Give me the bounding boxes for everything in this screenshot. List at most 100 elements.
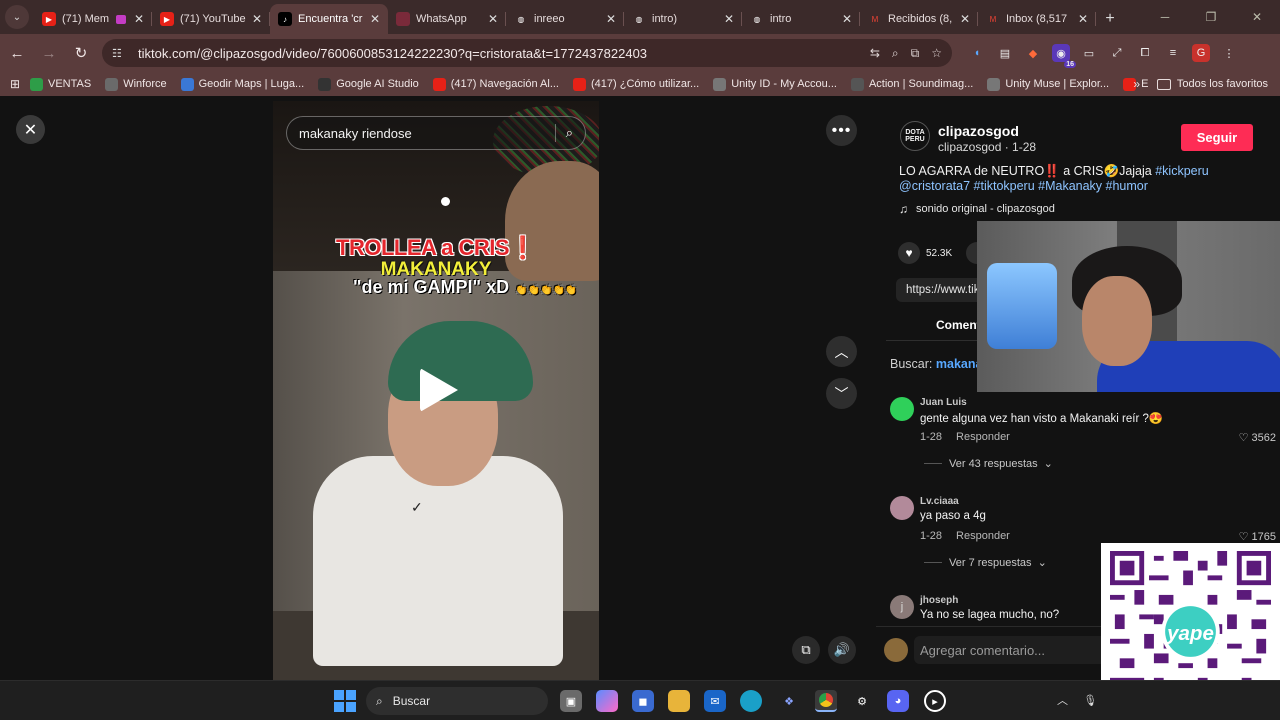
discord-icon[interactable]: ◕ [887, 690, 909, 712]
close-tab-icon[interactable]: ✕ [370, 12, 380, 26]
volume-icon[interactable]: 🔊 [828, 636, 856, 664]
browser-tab[interactable]: ◍ intro ✕ [742, 4, 860, 34]
follow-button[interactable]: Seguir [1181, 124, 1253, 151]
bookmark-star-icon[interactable]: ☆ [931, 46, 942, 61]
author-avatar[interactable]: DOTA PERU [900, 121, 930, 151]
bookmark-item[interactable]: Winforce [105, 77, 167, 91]
bookmark-item[interactable]: Unity Muse | Explor... [987, 77, 1109, 91]
edge-icon[interactable] [740, 690, 762, 712]
commenter-name[interactable]: Lv.ciaaa [920, 496, 959, 507]
author-username[interactable]: clipazosgod [938, 123, 1019, 139]
hashtag-link[interactable]: #kickperu [1155, 164, 1209, 178]
browser-tab[interactable]: ▶ (71) YouTube ✕ [152, 4, 270, 34]
extension-screen-icon[interactable]: ▭ [1080, 44, 1098, 62]
taskbar-search[interactable]: ⌕ Buscar [366, 687, 548, 715]
bookmarks-overflow-button[interactable]: » [1133, 77, 1140, 91]
sound-link[interactable]: ♫ sonido original - clipazosgod [899, 202, 1055, 216]
new-tab-button[interactable]: + [1096, 4, 1124, 34]
browser-tab[interactable]: ♪ Encuentra 'cr ✕ [270, 4, 388, 34]
commenter-name[interactable]: Juan Luis [920, 397, 967, 408]
extension-stack-icon[interactable]: ▤ [996, 44, 1014, 62]
bookmark-item[interactable]: (417) Navegación Al... [432, 77, 559, 91]
buscar-query[interactable]: makana [936, 357, 983, 371]
commenter-avatar[interactable] [890, 397, 914, 421]
video-search-input[interactable]: makanaky riendose [299, 126, 555, 141]
reply-button[interactable]: Responder [956, 530, 1010, 542]
windows-start-icon[interactable] [334, 690, 356, 712]
commenter-avatar[interactable] [890, 496, 914, 520]
more-options-button[interactable]: ••• [826, 115, 857, 146]
browser-tab[interactable]: M Inbox (8,517 ✕ [978, 4, 1096, 34]
file-explorer-icon[interactable] [668, 690, 690, 712]
view-replies-button[interactable]: Ver 7 respuestas ⌄ [924, 556, 1047, 569]
close-tab-icon[interactable]: ✕ [134, 12, 144, 26]
bookmark-item[interactable]: (417) ¿Cómo utilizar... [573, 77, 699, 91]
close-tab-icon[interactable]: ✕ [724, 12, 734, 26]
apps-grid-icon[interactable]: ⊞ [0, 77, 30, 91]
play-icon[interactable] [420, 368, 458, 412]
bookmark-item[interactable]: Google AI Studio [318, 77, 419, 91]
zoom-icon[interactable]: ⌕ [892, 46, 899, 61]
like-button[interactable]: ♥ 52.3K [898, 242, 952, 264]
extension-resize-icon[interactable]: ⤢ [1108, 44, 1126, 62]
commenter-avatar[interactable]: j [890, 595, 914, 619]
close-tab-icon[interactable]: ✕ [1078, 12, 1088, 26]
site-info-icon[interactable]: ☷ [112, 47, 128, 60]
comment-like-button[interactable]: ♡ 1765 [1239, 530, 1276, 543]
comment-search-suggestion[interactable]: Buscar: makana [890, 357, 982, 371]
extensions-puzzle-icon[interactable]: ⧠ [1136, 44, 1154, 62]
forward-button[interactable]: → [34, 38, 64, 68]
extension-audio-icon[interactable]: ◖ [968, 44, 986, 62]
hashtag-links[interactable]: @cristorata7 #tiktokperu #Makanaky #humo… [899, 179, 1148, 193]
microphone-icon[interactable]: 🎙 [1083, 695, 1097, 707]
minimize-icon[interactable]: ─ [1142, 0, 1188, 34]
restore-icon[interactable]: ❐ [1188, 0, 1234, 34]
browser-tab[interactable]: ◍ intro) ✕ [624, 4, 742, 34]
bookmark-item[interactable]: Action | Soundimag... [850, 77, 973, 91]
bookmark-item[interactable]: Geodir Maps | Luga... [180, 77, 304, 91]
close-tab-icon[interactable]: ✕ [842, 12, 852, 26]
browser-tab[interactable]: ◍ inreeo ✕ [506, 4, 624, 34]
extension-bolt-icon[interactable]: ◆ [1024, 44, 1042, 62]
media-player-icon[interactable]: ▸ [924, 690, 946, 712]
video-search-bar[interactable]: makanaky riendose ⌕ [286, 116, 586, 150]
url-text[interactable]: tiktok.com/@clipazosgod/video/7600600853… [138, 46, 870, 61]
copilot-icon[interactable] [596, 690, 618, 712]
close-window-icon[interactable]: ✕ [1234, 0, 1280, 34]
close-tab-icon[interactable]: ✕ [960, 12, 970, 26]
next-video-button[interactable]: ﹀ [826, 378, 857, 409]
extension-badge-icon[interactable]: ◉ 16 [1052, 44, 1076, 68]
browser-tab[interactable]: M Recibidos (8, ✕ [860, 4, 978, 34]
reload-button[interactable]: ↻ [66, 38, 96, 68]
bookmark-item[interactable]: Unity ID - My Accou... [713, 77, 837, 91]
floating-player-icon[interactable]: ⧉ [792, 636, 820, 664]
close-video-button[interactable]: ✕ [16, 115, 45, 144]
media-badge-icon[interactable] [115, 14, 126, 24]
previous-video-button[interactable]: ︿ [826, 336, 857, 367]
commenter-name[interactable]: jhoseph [920, 595, 958, 606]
menu-kebab-icon[interactable]: ⋮ [1220, 44, 1238, 62]
search-icon[interactable]: ⌕ [566, 125, 573, 141]
browser-tab[interactable]: ▶ (71) Mem ✕ [34, 4, 152, 34]
close-tab-icon[interactable]: ✕ [606, 12, 616, 26]
close-tab-icon[interactable]: ✕ [252, 12, 262, 26]
reading-list-icon[interactable]: ≡ [1164, 44, 1182, 62]
bookmark-item[interactable]: VENTAS [30, 77, 91, 91]
vscode-like-icon[interactable]: ❖ [778, 690, 800, 712]
all-bookmarks-button[interactable]: Todos los favoritos [1156, 78, 1268, 90]
install-app-icon[interactable]: ⧉ [911, 46, 920, 61]
back-button[interactable]: ← [2, 38, 32, 68]
settings-gear-icon[interactable]: ⚙ [851, 690, 873, 712]
browser-tab[interactable]: WhatsApp ✕ [388, 4, 506, 34]
translate-icon[interactable]: ⇆ [870, 46, 880, 61]
tray-chevron-icon[interactable]: ︿ [1057, 695, 1068, 707]
view-replies-button[interactable]: Ver 43 respuestas ⌄ [924, 457, 1053, 470]
close-tab-icon[interactable]: ✕ [488, 12, 498, 26]
microsoft-store-icon[interactable]: ◼ [632, 690, 654, 712]
profile-avatar[interactable]: G [1192, 44, 1210, 62]
video-player[interactable]: ✓ TROLLEA a CRIS❗ MAKANAKY "de mi GAMPI"… [273, 101, 599, 680]
comment-like-button[interactable]: ♡ 3562 [1239, 431, 1276, 444]
task-view-icon[interactable]: ▣ [560, 690, 582, 712]
tab-search-button[interactable]: ⌄ [0, 0, 34, 34]
outlook-icon[interactable]: ✉ [704, 690, 726, 712]
